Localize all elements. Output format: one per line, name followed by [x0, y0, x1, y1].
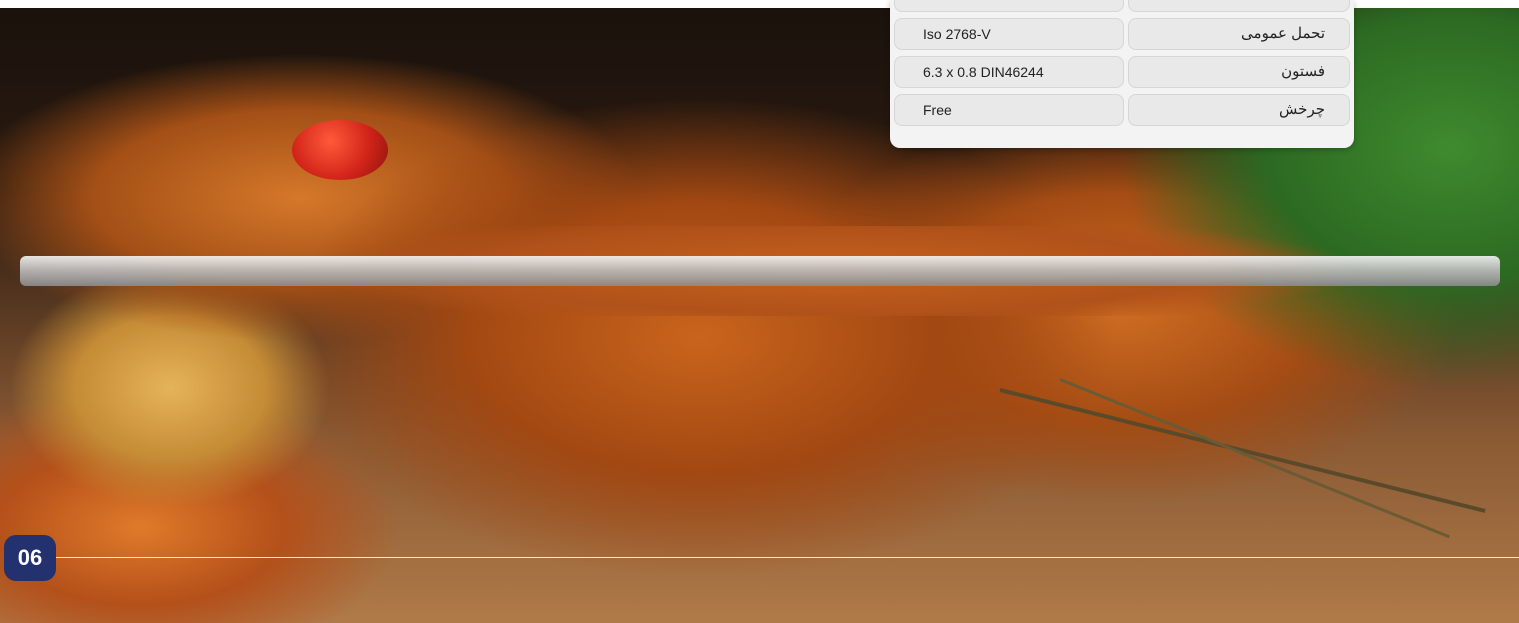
spec-row: 6.3 x 0.8 DIN46244 فستون [890, 54, 1354, 90]
spec-row: Iso 2768-V تحمل عمومی [890, 16, 1354, 52]
spec-value: Iso 2768-V [894, 18, 1124, 50]
rosemary-sprig [1059, 378, 1450, 539]
spec-row [890, 0, 1354, 14]
page-number-badge: 06 [4, 535, 56, 581]
spec-label: فستون [1128, 56, 1350, 88]
tomato [292, 120, 388, 180]
spec-label: تحمل عمومی [1128, 18, 1350, 50]
spec-label: چرخش [1128, 94, 1350, 126]
spec-row: Free چرخش [890, 92, 1354, 128]
spec-value [894, 0, 1124, 12]
spec-value: 6.3 x 0.8 DIN46244 [894, 56, 1124, 88]
spec-label [1128, 0, 1350, 12]
spec-table: Iso 2768-V تحمل عمومی 6.3 x 0.8 DIN46244… [890, 0, 1354, 148]
rosemary-sprig [999, 388, 1486, 513]
rotisserie-skewer [20, 256, 1500, 286]
page-divider [56, 557, 1519, 558]
spec-value: Free [894, 94, 1124, 126]
